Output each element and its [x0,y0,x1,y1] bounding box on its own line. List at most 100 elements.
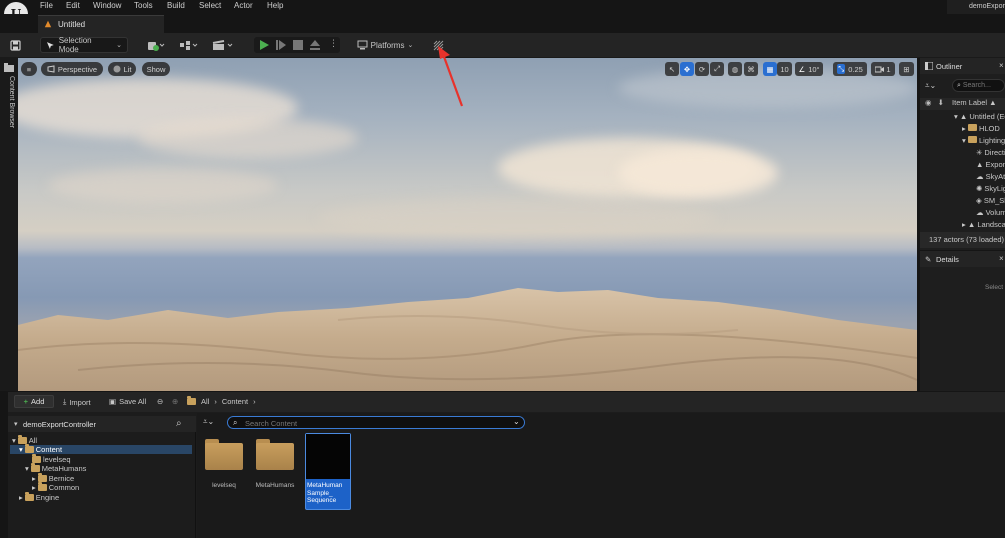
snap-surface-icon: ⌘ [747,64,755,74]
camera-icon [875,66,885,72]
save-all-button[interactable]: ▣ Save All [109,397,146,406]
outliner-row-label: SkyAtmosphere [985,172,1005,181]
import-label: Import [69,397,91,407]
tab-untitled[interactable]: Untitled [38,15,164,33]
import-button[interactable]: ⤓ Import [63,397,91,407]
platforms-button[interactable]: Platforms ⌄ [354,37,416,53]
history-back-button[interactable]: ⊖ [157,397,163,406]
menu-select[interactable]: Select [199,1,221,10]
add-actor-button[interactable] [144,37,168,53]
grid-icon: ▦ [766,64,774,74]
asset-folder-levelseq[interactable] [205,438,243,470]
cursor-icon: ↖ [668,64,676,74]
back-arrow-icon: ⊖ [157,397,164,406]
rotate-icon: ⟳ [698,64,706,74]
angle-icon: ∠ [798,64,806,74]
outliner-row[interactable]: ☁ VolumetricCloud [920,208,1005,220]
close-icon[interactable]: × [999,61,1004,70]
lit-sphere-icon [113,65,121,73]
outliner-search-placeholder: Search... [962,82,991,89]
collapse-arrow-icon[interactable]: ▾ [14,420,18,428]
actor-count-status: 137 actors (73 loaded) [920,232,1005,248]
breadcrumb-all[interactable]: All [201,397,209,406]
outliner-row[interactable]: ◈ SM_SkySphere [920,196,1005,208]
hamburger-icon: ≡ [26,64,32,74]
selection-mode-label: Selection Mode [58,36,92,54]
menu-help[interactable]: Help [267,1,283,10]
eject-icon[interactable] [310,40,320,50]
plus-icon: + [23,397,29,406]
maximize-viewport-button[interactable]: ⊞ [899,62,914,76]
outliner-row[interactable]: ▸ HLOD [920,124,1005,136]
breadcrumb: All › Content › [187,396,256,406]
outliner-header: Outliner × [920,58,1005,74]
show-button[interactable]: Show [142,62,170,76]
outliner-row-label: SkyLight [984,184,1005,193]
breadcrumb-content[interactable]: Content [222,397,248,406]
outliner-row[interactable]: ✺ SkyLight [920,184,1005,196]
save-button[interactable] [8,37,22,53]
scale-tool-button[interactable]: ⤢ [710,62,724,76]
skylight-icon: ✺ [976,184,983,193]
menu-file[interactable]: File [40,1,53,10]
lit-button[interactable]: Lit [108,62,136,76]
folder-icon [37,482,47,491]
cinematics-button[interactable] [211,37,235,53]
viewport-menu-button[interactable]: ≡ [21,62,37,76]
filter-button[interactable]: ⩡⌄ [203,417,214,427]
save-all-label: Save All [119,397,147,406]
grid-size-value[interactable]: 10 [777,62,792,76]
camera-speed-control[interactable]: 1 [871,62,895,76]
rotation-snap-control[interactable]: ∠ 10° [795,62,823,76]
grid-snap-toggle[interactable]: ▦ [763,62,777,76]
filter-button[interactable]: ⩡⌄ [925,81,945,91]
step-icon[interactable] [276,40,286,50]
content-browser-icon[interactable] [4,63,14,72]
menu-window[interactable]: Window [93,1,121,10]
landscape-icon: ▲ [967,220,976,229]
blueprints-button[interactable] [177,37,201,53]
outliner-row-label: SM_SkySphere [983,196,1005,205]
translate-tool-button[interactable]: ✥ [680,62,694,76]
select-tool-button[interactable]: ↖ [665,62,679,76]
outliner-search-input[interactable]: ⌕ Search... [952,79,1005,92]
outliner-column-header[interactable]: ◉ ⬇ Item Label ▲ [920,98,1005,110]
history-forward-button[interactable]: ⊕ [172,397,178,406]
play-icon[interactable] [259,40,269,50]
folder-body [256,443,294,470]
surface-snap-button[interactable]: ⌘ [744,62,758,76]
close-icon[interactable]: × [999,254,1004,263]
outliner-row[interactable]: ✳ DirectionalLight [920,148,1005,160]
content-search-input[interactable]: ⌕ Search Content ⌄ [227,416,525,429]
static-mesh-icon: ◈ [976,196,982,205]
perspective-button[interactable]: Perspective [41,62,103,76]
outliner-row[interactable]: ☁ SkyAtmosphere [920,172,1005,184]
clapperboard-icon [212,39,233,50]
world-space-button[interactable]: ◍ [728,62,742,76]
selection-mode-dropdown[interactable]: Selection Mode ⌄ [40,36,128,54]
rotate-tool-button[interactable]: ⟳ [695,62,709,76]
content-browser-side-tab[interactable]: Content Browser [3,76,15,156]
tree-item-engine[interactable]: ▸ Engine [19,492,59,502]
tree-item-label: Content [35,445,63,454]
outliner-row[interactable]: ▾ Lighting [920,136,1005,148]
menu-edit[interactable]: Edit [66,1,80,10]
tree-item-content[interactable]: ▾ Content [19,444,63,454]
tree-item-metahumans[interactable]: ▾ MetaHumans [25,463,86,473]
menu-actor[interactable]: Actor [234,1,253,10]
outliner-row[interactable]: ▸ ▲ Landscape [920,220,1005,232]
play-options-icon[interactable]: ⋮ [329,38,338,49]
scale-snap-control[interactable]: ⤡ 0.25 [833,62,867,76]
search-icon[interactable]: ⌕ [176,418,182,429]
menu-build[interactable]: Build [167,1,185,10]
menu-tools[interactable]: Tools [134,1,153,10]
stop-icon[interactable] [293,40,303,50]
chevron-down-icon[interactable]: ⌄ [513,417,520,426]
tree-item-common[interactable]: ▸ Common [32,482,79,492]
tree-item-levelseq[interactable]: levelseq [32,454,71,464]
outliner-row[interactable]: ▾ ▲ Untitled (Editor) [920,112,1005,124]
outliner-row[interactable]: ▲ ExponentialHeightFog [920,160,1005,172]
add-button[interactable]: + Add [14,395,54,408]
asset-folder-metahumans[interactable] [256,438,294,470]
eye-icon: ◉ [925,98,932,107]
